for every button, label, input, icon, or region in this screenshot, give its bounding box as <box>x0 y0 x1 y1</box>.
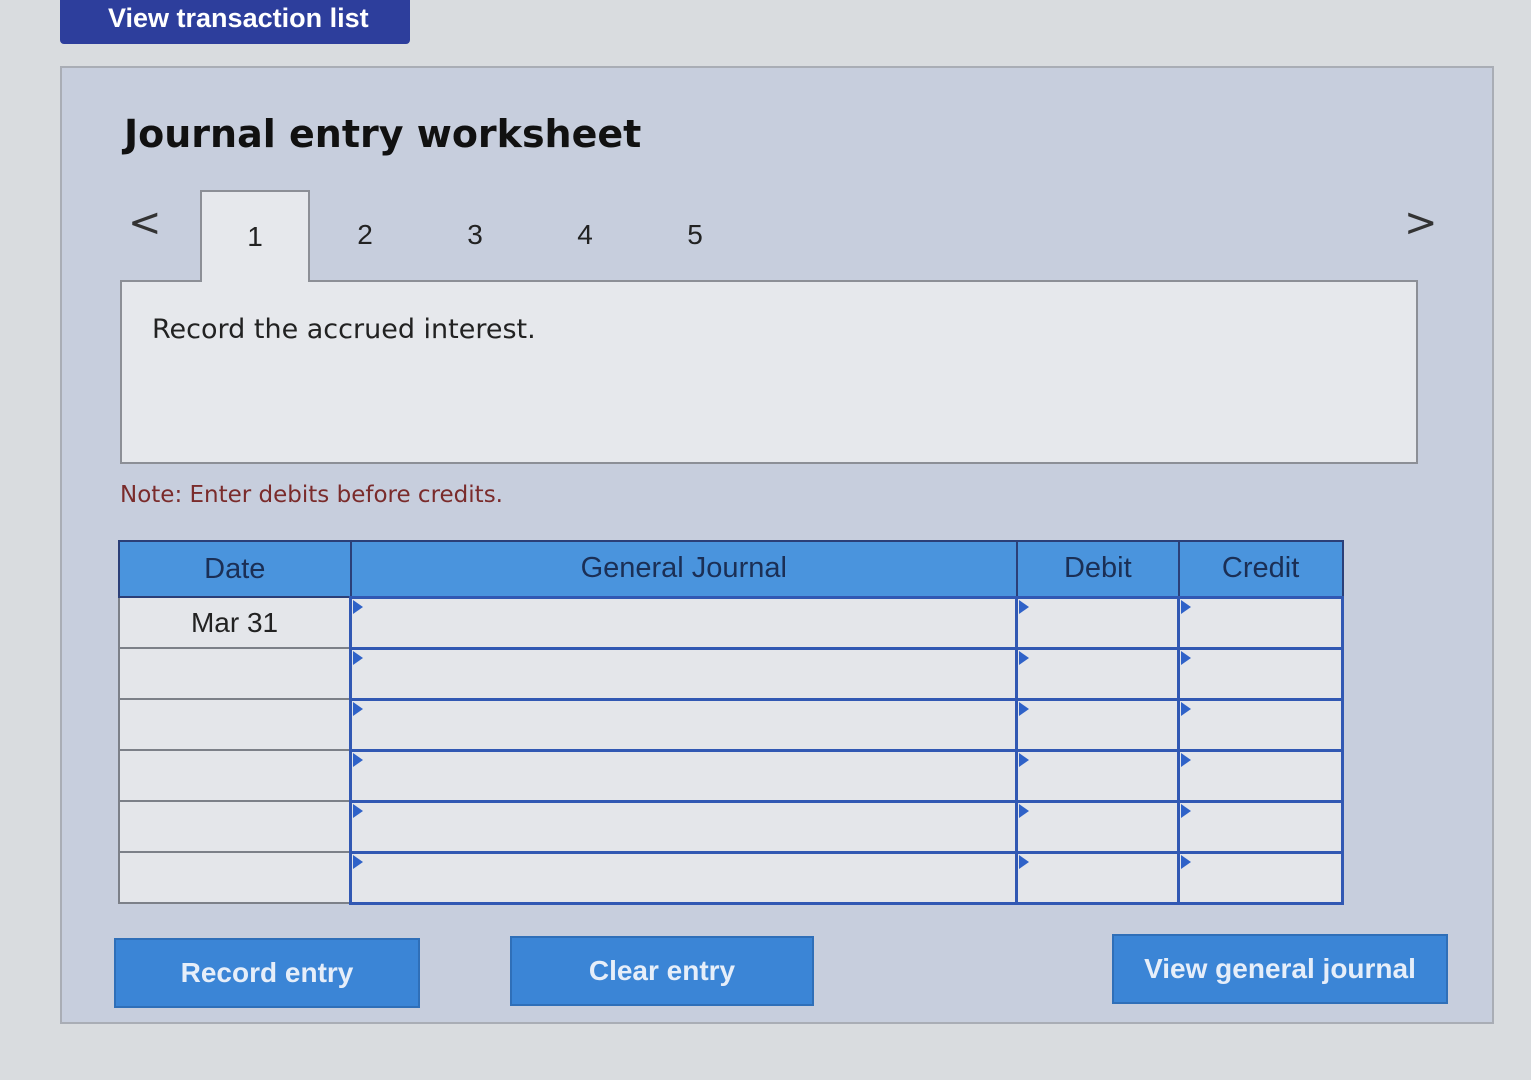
cell-marker-icon <box>353 803 364 818</box>
credit-input[interactable] <box>1177 850 1344 905</box>
journal-entry-worksheet-panel: Journal entry worksheet < 1 2 3 4 5 > Re… <box>60 66 1494 1024</box>
cell-marker-icon <box>1019 854 1030 869</box>
credit-input[interactable] <box>1177 697 1344 752</box>
tab-3[interactable]: 3 <box>420 190 530 280</box>
date-cell <box>118 800 352 853</box>
date-cell <box>118 851 352 904</box>
credit-input[interactable] <box>1177 595 1344 650</box>
cell-marker-icon <box>353 854 364 869</box>
action-bar: Record entry Clear entry View general jo… <box>114 934 1454 1010</box>
cell-marker-icon <box>1181 803 1192 818</box>
tab-2[interactable]: 2 <box>310 190 420 280</box>
cell-marker-icon <box>353 599 364 614</box>
debit-input[interactable] <box>1015 799 1181 854</box>
table-row <box>118 748 1344 803</box>
worksheet-tabs: 1 2 3 4 5 <box>200 190 750 282</box>
chevron-left-icon[interactable]: < <box>128 200 162 246</box>
account-input[interactable] <box>349 748 1019 803</box>
debit-input[interactable] <box>1015 748 1181 803</box>
view-transaction-list-button[interactable]: View transaction list <box>60 0 410 44</box>
account-input[interactable] <box>349 697 1019 752</box>
table-row <box>118 799 1344 854</box>
debit-input[interactable] <box>1015 850 1181 905</box>
cell-marker-icon <box>1019 650 1030 665</box>
debit-input[interactable] <box>1015 646 1181 701</box>
table-row: Mar 31 <box>118 595 1344 650</box>
account-input[interactable] <box>349 799 1019 854</box>
date-cell <box>118 698 352 751</box>
date-cell <box>118 749 352 802</box>
debit-input[interactable] <box>1015 697 1181 752</box>
cell-marker-icon <box>1181 650 1192 665</box>
credit-input[interactable] <box>1177 748 1344 803</box>
date-cell <box>118 647 352 700</box>
account-input[interactable] <box>349 595 1019 650</box>
note-text: Note: Enter debits before credits. <box>120 482 503 508</box>
cell-marker-icon <box>1181 752 1192 767</box>
table-row <box>118 697 1344 752</box>
record-entry-button[interactable]: Record entry <box>114 938 420 1008</box>
cell-marker-icon <box>1019 599 1030 614</box>
prompt-text: Record the accrued interest. <box>152 314 536 345</box>
date-header: Date <box>118 540 352 598</box>
cell-marker-icon <box>353 701 364 716</box>
cell-marker-icon <box>1019 752 1030 767</box>
worksheet-title: Journal entry worksheet <box>124 112 642 156</box>
chevron-right-icon[interactable]: > <box>1404 200 1438 246</box>
date-cell: Mar 31 <box>118 596 352 649</box>
table-row <box>118 850 1344 905</box>
clear-entry-button[interactable]: Clear entry <box>510 936 814 1006</box>
cell-marker-icon <box>1019 701 1030 716</box>
prompt-box: Record the accrued interest. <box>120 280 1418 464</box>
credit-input[interactable] <box>1177 799 1344 854</box>
credit-input[interactable] <box>1177 646 1344 701</box>
general-journal-header: General Journal <box>349 540 1018 598</box>
cell-marker-icon <box>1181 854 1192 869</box>
credit-header: Credit <box>1177 540 1344 598</box>
cell-marker-icon <box>353 752 364 767</box>
tab-4[interactable]: 4 <box>530 190 640 280</box>
journal-table: Date General Journal Debit Credit Mar 31 <box>118 540 1344 905</box>
debit-header: Debit <box>1015 540 1180 598</box>
account-input[interactable] <box>349 646 1019 701</box>
table-row <box>118 646 1344 701</box>
account-input[interactable] <box>349 850 1019 905</box>
cell-marker-icon <box>1181 701 1192 716</box>
view-general-journal-button[interactable]: View general journal <box>1112 934 1448 1004</box>
cell-marker-icon <box>1181 599 1192 614</box>
debit-input[interactable] <box>1015 595 1181 650</box>
tab-5[interactable]: 5 <box>640 190 750 280</box>
cell-marker-icon <box>1019 803 1030 818</box>
tab-1[interactable]: 1 <box>200 190 310 282</box>
cell-marker-icon <box>353 650 364 665</box>
